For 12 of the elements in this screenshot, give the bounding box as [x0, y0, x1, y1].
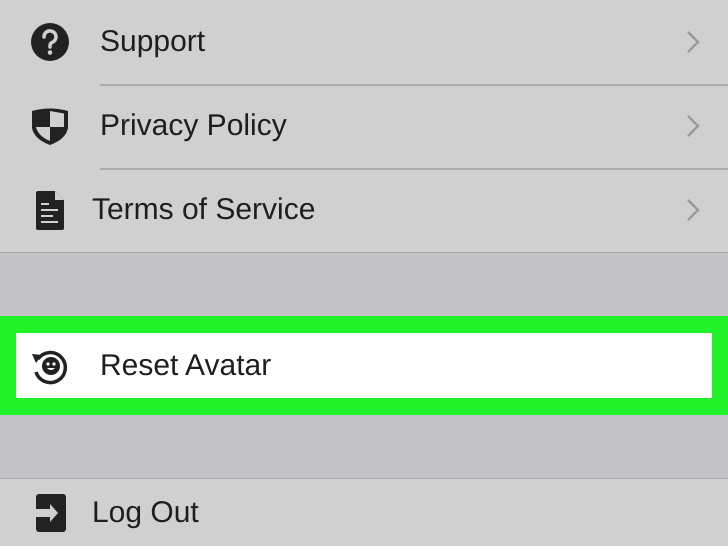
menu-label: Support: [100, 25, 206, 59]
menu-label: Reset Avatar: [100, 348, 272, 382]
menu-label: Log Out: [92, 496, 200, 530]
menu-item[interactable]: Privacy Policy: [0, 84, 728, 168]
menu-item[interactable]: Support: [0, 0, 728, 84]
menu-label: Privacy Policy: [100, 109, 288, 143]
shield-icon: [30, 106, 70, 146]
menu-label: Terms of Service: [92, 193, 316, 227]
help-icon: [30, 22, 70, 62]
menu-item[interactable]: Log Out: [0, 479, 728, 546]
menu-item[interactable]: Terms of Service: [0, 168, 728, 252]
menu-item[interactable]: Reset Avatar: [16, 333, 712, 398]
